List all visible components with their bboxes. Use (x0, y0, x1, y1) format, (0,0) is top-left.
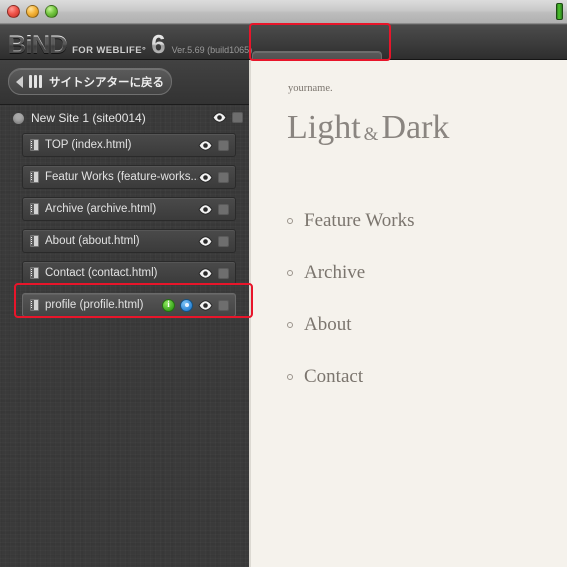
brand-logo: BiND FOR WEBLiFE° 6 Ver.5.69 (build1065) (8, 29, 252, 60)
page-row-icons (162, 298, 229, 312)
preview-title-ampersand: & (363, 124, 379, 145)
preview-title-right: Dark (381, 109, 450, 146)
page-row[interactable]: TOP (index.html) (22, 133, 236, 157)
brand-tagline: FOR WEBLiFE° (72, 45, 147, 56)
page-label: About (about.html) (45, 235, 140, 247)
eye-icon[interactable] (198, 139, 213, 151)
zoom-button[interactable] (45, 5, 58, 18)
preview-nav-label: About (304, 314, 352, 335)
page-label: TOP (index.html) (45, 139, 132, 151)
page-label: profile (profile.html) (45, 299, 144, 311)
square-icon[interactable] (232, 112, 243, 123)
window-controls (7, 5, 58, 18)
page-row-icons (198, 171, 229, 183)
square-icon[interactable] (218, 139, 229, 151)
minimize-button[interactable] (26, 5, 39, 18)
site-name-label: New Site 1 (site0014) (31, 111, 146, 125)
page-label: Archive (archive.html) (45, 203, 157, 215)
back-to-site-theater-button[interactable]: サイトシアターに戻る (8, 68, 172, 95)
page-row-icons (198, 139, 229, 151)
page-row-icons (198, 235, 229, 247)
back-button-label: サイトシアターに戻る (49, 76, 164, 89)
site-status-dot-icon (13, 112, 24, 124)
page-list: TOP (index.html) Featur Works (feature-wo… (0, 133, 249, 325)
preview-nav-list: Feature Works Archive About Contact (287, 195, 547, 403)
page-label: Contact (contact.html) (45, 267, 158, 279)
site-header-row[interactable]: New Site 1 (site0014) (0, 105, 249, 131)
page-document-icon (30, 203, 39, 215)
page-row[interactable]: profile (profile.html) (22, 293, 236, 317)
preview-nav-item[interactable]: Contact (287, 351, 547, 403)
eye-icon[interactable] (198, 267, 213, 279)
preview-nav-label: Feature Works (304, 210, 415, 231)
page-document-icon (30, 267, 39, 279)
info-icon[interactable] (162, 298, 175, 312)
bullet-circle-icon (287, 374, 293, 380)
preview-nav-item[interactable]: Archive (287, 247, 547, 299)
square-icon[interactable] (218, 203, 229, 215)
eye-icon[interactable] (212, 112, 227, 123)
page-row[interactable]: Contact (contact.html) (22, 261, 236, 285)
brand-version-number: 6 (151, 29, 166, 59)
bullet-circle-icon (287, 322, 293, 328)
app-header-bar: BiND FOR WEBLiFE° 6 Ver.5.69 (build1065)… (0, 24, 567, 77)
preview-byline: yourname. (288, 83, 333, 94)
preview-title-left: Light (287, 109, 361, 146)
page-preview-pane: yourname. Light &Dark Feature Works Archiv… (251, 60, 567, 567)
brand-build-version: Ver.5.69 (build1065) (171, 45, 253, 55)
page-row[interactable]: About (about.html) (22, 229, 236, 253)
eye-icon[interactable] (198, 203, 213, 215)
square-icon[interactable] (218, 299, 229, 311)
bullet-circle-icon (287, 270, 293, 276)
bullet-circle-icon (287, 218, 293, 224)
page-row-icons (198, 267, 229, 279)
page-document-icon (30, 139, 39, 151)
square-icon[interactable] (218, 171, 229, 183)
square-icon[interactable] (218, 235, 229, 247)
gear-icon[interactable] (180, 298, 193, 312)
eye-icon[interactable] (198, 299, 213, 311)
site-structure-sidebar: サイトシアターに戻る New Site 1 (site0014) TOP (in… (0, 60, 249, 567)
page-label: Featur Works (feature-works.... (45, 171, 198, 183)
preview-nav-item[interactable]: About (287, 299, 547, 351)
page-row[interactable]: Featur Works (feature-works.... (22, 165, 236, 189)
preview-nav-item[interactable]: Feature Works (287, 195, 547, 247)
brand-name: BiND (8, 31, 68, 59)
green-edge-tab-icon[interactable] (556, 3, 563, 20)
close-button[interactable] (7, 5, 20, 18)
sidebar-toolbar: サイトシアターに戻る (0, 60, 249, 105)
columns-icon (29, 75, 42, 88)
preview-nav-label: Archive (304, 262, 366, 283)
page-document-icon (30, 299, 39, 311)
chevron-left-icon (16, 75, 23, 88)
square-icon[interactable] (218, 267, 229, 279)
page-row[interactable]: Archive (archive.html) (22, 197, 236, 221)
page-row-icons (198, 203, 229, 215)
app-window: BiND FOR WEBLiFE° 6 Ver.5.69 (build1065)… (0, 0, 567, 567)
site-row-icons (212, 112, 243, 123)
eye-icon[interactable] (198, 235, 213, 247)
preview-nav-label: Contact (304, 366, 364, 387)
page-document-icon (30, 235, 39, 247)
page-document-icon (30, 171, 39, 183)
preview-site-title: Light &Dark (287, 109, 449, 147)
eye-icon[interactable] (198, 171, 213, 183)
os-title-bar (0, 0, 567, 24)
